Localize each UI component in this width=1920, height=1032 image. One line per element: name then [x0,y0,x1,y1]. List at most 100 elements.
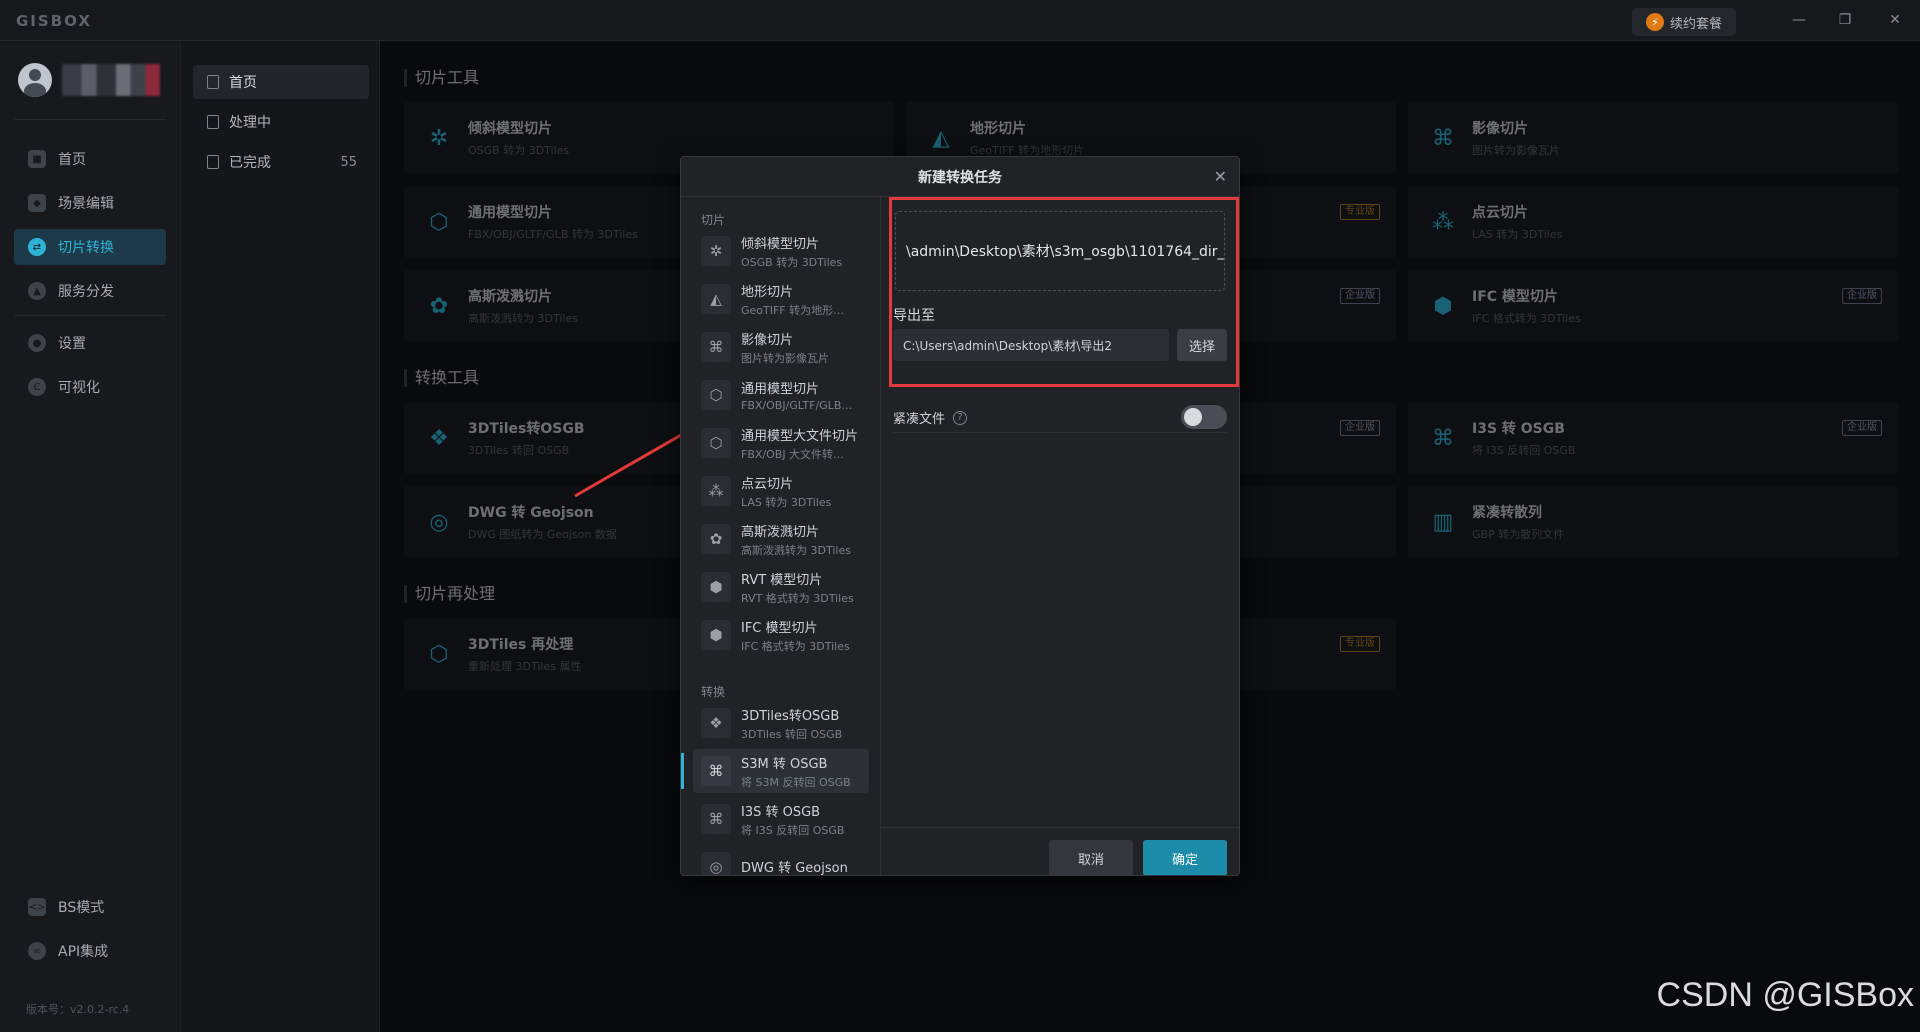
task-item[interactable]: ◎ DWG 转 Geojson [693,845,869,875]
nav-item-tile-convert[interactable]: ⇄ 切片转换 [14,229,166,265]
renew-label: 续约套餐 [1669,16,1722,32]
nav-label: 切片转换 [58,240,114,256]
group-label: 转换 [701,685,726,699]
satellite-icon: ⌘ [701,332,731,362]
task-subtitle: 图片转为影像瓦片 [741,351,829,365]
task-title: IFC 模型切片 [741,620,818,636]
nav-label: 场景编辑 [58,196,114,212]
app-logo: GISBOX [16,12,92,30]
choose-button[interactable]: 选择 [1177,329,1227,361]
task-item[interactable]: ⌘ 影像切片图片转为影像瓦片 [693,325,869,369]
subnav-label: 处理中 [229,115,271,131]
active-indicator [681,753,684,789]
minimize-icon[interactable]: — [1784,8,1814,32]
nav-item-visualize[interactable]: C 可视化 [14,369,166,405]
restore-icon[interactable]: ❐ [1830,8,1860,32]
task-title: 影像切片 [741,332,794,348]
nav-item-api[interactable]: ∞ API集成 [14,933,166,969]
task-item[interactable]: ⬡ 通用模型切片 FBX/OBJ/GLTF/GLB… [693,373,869,417]
task-subtitle: 高斯泼溅转为 3DTiles [741,543,851,557]
user-profile[interactable] [18,63,160,97]
task-item[interactable]: ✲ 倾斜模型切片 OSGB 转为 3DTiles [693,229,869,273]
group-label: 切片 [701,213,726,227]
gaussian-icon: ✿ [701,524,731,554]
nav-label: BS模式 [58,900,105,916]
task-subtitle: 将 S3M 反转回 OSGB [741,775,851,789]
export-path-input[interactable]: C:\Users\admin\Desktop\素材\导出2 [893,329,1169,361]
nav-label: 首页 [58,152,86,168]
task-item[interactable]: ⬡ 通用模型大文件切片 FBX/OBJ 大文件转… [693,421,869,465]
nav-item-settings[interactable]: ● 设置 [14,325,166,361]
task-title: 3DTiles转OSGB [741,708,840,724]
watermark: CSDN @GISBox [1656,976,1914,1014]
doc-icon [207,75,219,89]
task-subtitle: 将 I3S 反转回 OSGB [741,823,845,837]
avatar [18,63,52,97]
compact-toggle[interactable] [1181,405,1227,429]
task-title: 倾斜模型切片 [741,236,820,252]
task-subtitle: IFC 格式转为 3DTiles [741,639,850,653]
export-label: 导出至 [893,308,935,324]
gear-icon: ● [28,334,46,352]
title-bar: GISBOX ⚡ 续约套餐 — ❐ ✕ [0,0,1920,41]
nav-item-service-dist[interactable]: ▲ 服务分发 [14,273,166,309]
task-item-selected[interactable]: ⌘ S3M 转 OSGB 将 S3M 反转回 OSGB [693,749,869,793]
task-subtitle: OSGB 转为 3DTiles [741,255,843,269]
dialog-title: 新建转换任务 [918,169,1002,186]
task-item[interactable]: ⁂ 点云切片 LAS 转为 3DTiles [693,469,869,513]
version-label: 版本号：v2.0.2-rc.4 [26,1003,130,1016]
task-subtitle: RVT 格式转为 3DTiles [741,591,854,605]
nav-item-bs-mode[interactable]: <> BS模式 [14,889,166,925]
cube-icon: ⬡ [701,380,731,410]
point-cloud-icon: ⁂ [701,476,731,506]
nav-item-home[interactable]: ■ 首页 [14,141,166,177]
task-item[interactable]: ⬢ RVT 模型切片 RVT 格式转为 3DTiles [693,565,869,609]
task-title: 通用模型切片 [741,382,820,397]
subnav-item-home[interactable]: 首页 [193,65,369,99]
subnav-item-done[interactable]: 已完成 55 [193,145,369,179]
nav-divider [14,315,166,316]
code-icon: <> [28,898,46,916]
confirm-button[interactable]: 确定 [1143,840,1227,875]
task-title: I3S 转 OSGB [741,804,821,820]
nav-divider [14,119,166,120]
input-path-dropzone[interactable]: \admin\Desktop\素材\s3m_osgb\1101764_dir_6 [895,211,1225,291]
task-subtitle: GeoTIFF 转为地形… [741,303,845,317]
cancel-button[interactable]: 取消 [1049,840,1133,875]
task-item[interactable]: ⬢ IFC 模型切片 IFC 格式转为 3DTiles [693,613,869,657]
task-title: S3M 转 OSGB [741,756,828,772]
help-icon[interactable]: ? [953,410,968,425]
dialog-footer: 取消 确定 [881,827,1239,875]
link-icon: ∞ [28,942,46,960]
cube-icon: ⬡ [701,428,731,458]
bolt-icon: ⚡ [1645,13,1664,31]
left-nav: ■ 首页 ◆ 场景编辑 ⇄ 切片转换 ▲ 服务分发 ● 设置 C 可视化 <> … [0,41,181,1032]
task-title: 地形切片 [741,284,794,300]
nav-item-scene-edit[interactable]: ◆ 场景编辑 [14,185,166,221]
close-window-icon[interactable]: ✕ [1880,8,1910,32]
upload-icon: ▲ [28,282,46,300]
doc-icon [207,155,219,169]
task-subtitle: 3DTiles 转回 OSGB [741,727,843,741]
nav-label: 设置 [58,336,86,352]
task-subtitle: FBX/OBJ/GLTF/GLB… [741,399,853,412]
renew-button[interactable]: ⚡ 续约套餐 [1632,8,1736,36]
terrain-icon: ◭ [701,284,731,314]
username-blurred [62,64,160,96]
task-item[interactable]: ❖ 3DTiles转OSGB 3DTiles 转回 OSGB [693,701,869,745]
task-title: 通用模型大文件切片 [741,428,859,444]
nav-label: API集成 [58,944,109,960]
task-title: 高斯泼溅切片 [741,524,820,540]
task-type-list: 切片 ✲ 倾斜模型切片 OSGB 转为 3DTiles ◭ 地形切片 GeoTIFF 转… [681,197,881,875]
sub-nav: 首页 处理中 已完成 55 [181,41,380,1032]
compact-file-row: 紧凑文件 ? [893,403,1227,433]
task-item[interactable]: ◭ 地形切片 GeoTIFF 转为地形… [693,277,869,321]
swap-icon: ⇄ [28,238,46,256]
task-title: 点云切片 [741,476,794,492]
done-count: 55 [340,154,357,170]
task-item[interactable]: ✿ 高斯泼溅切片高斯泼溅转为 3DTiles [693,517,869,561]
task-subtitle: FBX/OBJ 大文件转… [741,447,845,461]
close-icon[interactable]: ✕ [1214,167,1227,186]
subnav-item-processing[interactable]: 处理中 [193,105,369,139]
task-item[interactable]: ⌘ I3S 转 OSGB 将 I3S 反转回 OSGB [693,797,869,841]
